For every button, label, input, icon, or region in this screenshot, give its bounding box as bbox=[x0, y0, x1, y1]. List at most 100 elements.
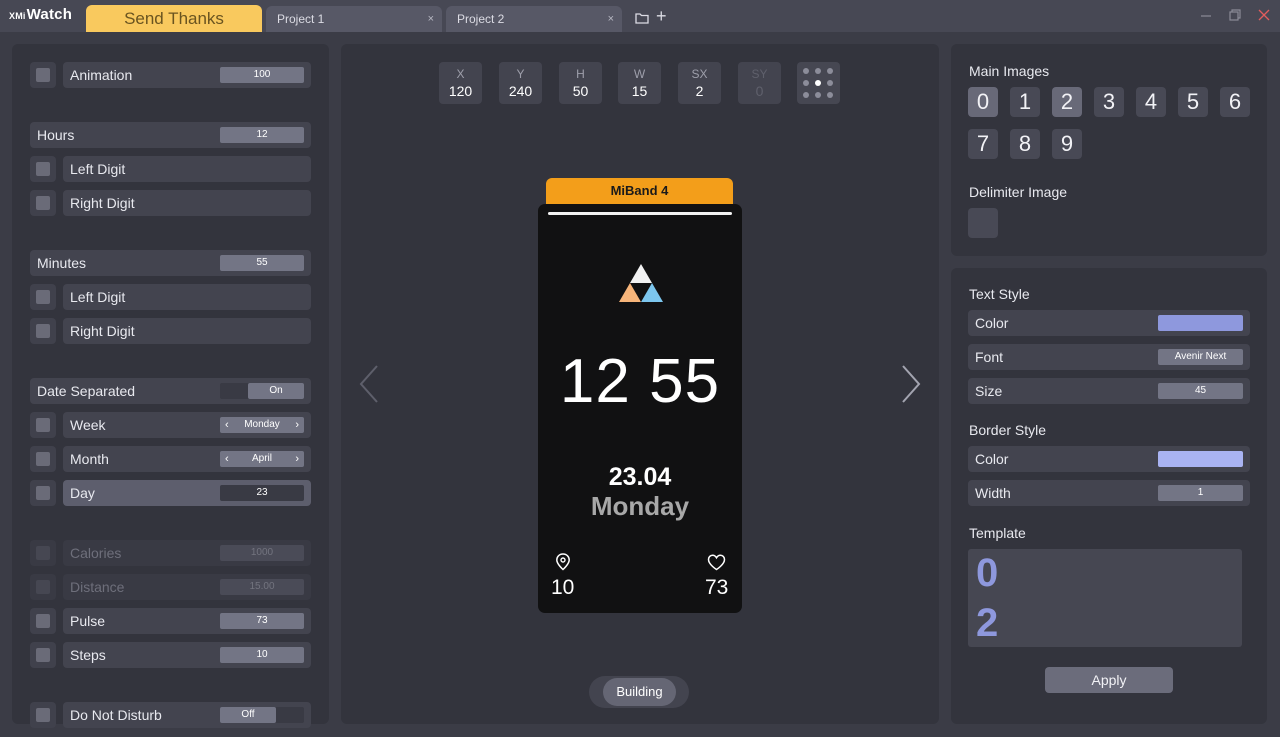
dnd-toggle[interactable]: Off bbox=[220, 707, 304, 723]
close-tab-icon[interactable]: × bbox=[428, 6, 434, 32]
template-digit-2: 2 bbox=[976, 601, 999, 645]
month-checkbox[interactable] bbox=[30, 446, 56, 472]
calories-checkbox[interactable] bbox=[30, 540, 56, 566]
building-button[interactable]: Building bbox=[603, 678, 676, 706]
delimiter-image-slot[interactable] bbox=[968, 208, 998, 238]
date-separated-label: Date Separated bbox=[37, 383, 136, 399]
day-row[interactable]: Day 23 bbox=[63, 480, 311, 506]
coord-w[interactable]: W 15 bbox=[618, 62, 661, 104]
coord-value: 15 bbox=[631, 83, 648, 99]
steps-value[interactable]: 10 bbox=[220, 647, 304, 663]
digit-image-0[interactable]: 0 bbox=[968, 87, 998, 117]
watch-time: 12 55 bbox=[559, 347, 721, 416]
coord-x[interactable]: X 120 bbox=[439, 62, 482, 104]
font-value[interactable]: Avenir Next bbox=[1158, 349, 1243, 365]
tab-project-2[interactable]: Project 2 × bbox=[446, 6, 622, 32]
coord-y[interactable]: Y 240 bbox=[499, 62, 542, 104]
minutes-label: Minutes bbox=[37, 255, 87, 271]
coord-h[interactable]: H 50 bbox=[559, 62, 602, 104]
size-row: Size 45 bbox=[968, 378, 1250, 404]
day-checkbox[interactable] bbox=[30, 480, 56, 506]
pulse-checkbox[interactable] bbox=[30, 608, 56, 634]
left-digit-label: Left Digit bbox=[70, 161, 126, 177]
hours-right-digit-row[interactable]: Right Digit bbox=[63, 190, 311, 216]
coord-key: H bbox=[576, 67, 585, 81]
device-name-tab[interactable]: MiBand 4 bbox=[546, 178, 733, 206]
digit-image-6[interactable]: 6 bbox=[1220, 87, 1250, 117]
digit-image-5[interactable]: 5 bbox=[1178, 87, 1208, 117]
width-label: Width bbox=[975, 485, 1011, 501]
next-arrow-icon[interactable]: › bbox=[295, 417, 299, 433]
dnd-checkbox[interactable] bbox=[30, 702, 56, 728]
minutes-left-digit-checkbox[interactable] bbox=[30, 284, 56, 310]
hours-left-digit-checkbox[interactable] bbox=[30, 156, 56, 182]
digit-image-2[interactable]: 2 bbox=[1052, 87, 1082, 117]
apply-button[interactable]: Apply bbox=[1045, 667, 1173, 693]
minutes-row: Minutes 55 bbox=[30, 250, 311, 276]
text-color-swatch[interactable] bbox=[1158, 315, 1243, 331]
add-tab-icon[interactable]: + bbox=[656, 7, 667, 25]
prev-arrow-icon[interactable]: ‹ bbox=[225, 417, 229, 433]
digit-image-9[interactable]: 9 bbox=[1052, 129, 1082, 159]
minimize-icon[interactable] bbox=[1198, 7, 1214, 23]
folder-icon[interactable] bbox=[635, 12, 649, 24]
border-color-label: Color bbox=[975, 451, 1009, 467]
week-selector[interactable]: ‹ Monday › bbox=[220, 417, 304, 433]
hours-right-digit-checkbox[interactable] bbox=[30, 190, 56, 216]
border-style-title: Border Style bbox=[969, 422, 1047, 438]
alignment-grid-button[interactable] bbox=[797, 62, 840, 104]
align-dot bbox=[803, 80, 809, 86]
align-dot bbox=[827, 80, 833, 86]
coord-sx[interactable]: SX 2 bbox=[678, 62, 721, 104]
animation-value[interactable]: 100 bbox=[220, 67, 304, 83]
week-checkbox[interactable] bbox=[30, 412, 56, 438]
coord-key: SX bbox=[691, 67, 708, 81]
minutes-value[interactable]: 55 bbox=[220, 255, 304, 271]
border-color-swatch[interactable] bbox=[1158, 451, 1243, 467]
size-value[interactable]: 45 bbox=[1158, 383, 1243, 399]
date-separated-toggle[interactable]: On bbox=[220, 383, 304, 399]
next-arrow-icon[interactable]: › bbox=[295, 451, 299, 467]
digit-image-3[interactable]: 3 bbox=[1094, 87, 1124, 117]
date-separated-row: Date Separated On bbox=[30, 378, 311, 404]
location-pin-icon bbox=[556, 553, 570, 571]
toggle-off-label: Off bbox=[220, 707, 276, 723]
logo-prefix: XMi bbox=[9, 11, 26, 21]
coord-key: SY bbox=[751, 67, 768, 81]
logo-name: Watch bbox=[26, 6, 73, 23]
steps-checkbox[interactable] bbox=[30, 642, 56, 668]
text-color-row: Color bbox=[968, 310, 1250, 336]
distance-checkbox[interactable] bbox=[30, 574, 56, 600]
coord-sy[interactable]: SY 0 bbox=[738, 62, 781, 104]
title-bar: XMiWatch Send Thanks Project 1 × Project … bbox=[0, 0, 1280, 32]
hours-value[interactable]: 12 bbox=[220, 127, 304, 143]
prev-arrow-icon[interactable]: ‹ bbox=[225, 451, 229, 467]
minutes-left-digit-row[interactable]: Left Digit bbox=[63, 284, 311, 310]
close-tab-icon[interactable]: × bbox=[608, 6, 614, 32]
distance-value[interactable]: 15.00 bbox=[220, 579, 304, 595]
minutes-right-digit-row[interactable]: Right Digit bbox=[63, 318, 311, 344]
minutes-right-digit-checkbox[interactable] bbox=[30, 318, 56, 344]
restore-icon[interactable] bbox=[1227, 7, 1243, 23]
month-selector[interactable]: ‹ April › bbox=[220, 451, 304, 467]
prev-arrow-icon[interactable] bbox=[358, 364, 380, 404]
calories-value[interactable]: 1000 bbox=[220, 545, 304, 561]
close-window-icon[interactable] bbox=[1256, 7, 1272, 23]
hours-row: Hours 12 bbox=[30, 122, 311, 148]
send-thanks-button[interactable]: Send Thanks bbox=[86, 5, 262, 32]
tab-project-1[interactable]: Project 1 × bbox=[266, 6, 442, 32]
digit-image-8[interactable]: 8 bbox=[1010, 129, 1040, 159]
heart-icon bbox=[707, 554, 726, 571]
animation-checkbox[interactable] bbox=[30, 62, 56, 88]
pulse-value[interactable]: 73 bbox=[220, 613, 304, 629]
digit-image-4[interactable]: 4 bbox=[1136, 87, 1166, 117]
next-arrow-icon[interactable] bbox=[900, 364, 922, 404]
digit-image-7[interactable]: 7 bbox=[968, 129, 998, 159]
day-value[interactable]: 23 bbox=[220, 485, 304, 501]
width-value[interactable]: 1 bbox=[1158, 485, 1243, 501]
digit-image-1[interactable]: 1 bbox=[1010, 87, 1040, 117]
hours-left-digit-row[interactable]: Left Digit bbox=[63, 156, 311, 182]
right-digit-label: Right Digit bbox=[70, 323, 135, 339]
app-logo-icon bbox=[619, 264, 663, 302]
app-logo: XMiWatch bbox=[9, 6, 72, 23]
